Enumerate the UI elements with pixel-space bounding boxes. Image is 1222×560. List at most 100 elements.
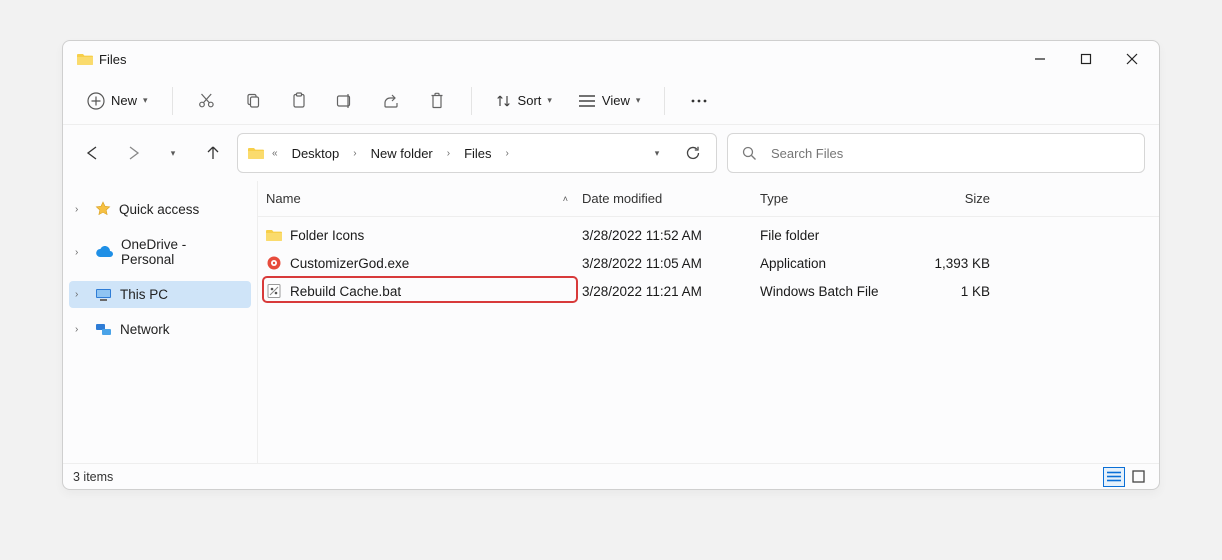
breadcrumb-overflow[interactable]: «	[270, 148, 280, 159]
new-label: New	[111, 93, 137, 108]
plus-circle-icon	[87, 92, 105, 110]
sidebar-item-this-pc[interactable]: › This PC	[69, 281, 251, 308]
thumbnails-view-icon	[1132, 470, 1145, 483]
search-input[interactable]	[771, 146, 1130, 161]
trash-icon	[429, 92, 445, 109]
column-header-size[interactable]: Size	[908, 191, 996, 206]
sidebar-item-quick-access[interactable]: › Quick access	[69, 195, 251, 223]
chevron-down-icon: ▾	[171, 148, 176, 159]
sidebar-item-onedrive[interactable]: › OneDrive - Personal	[69, 231, 251, 273]
sort-icon	[496, 93, 512, 109]
file-date: 3/28/2022 11:52 AM	[582, 228, 760, 243]
titlebar: Files	[63, 41, 1159, 77]
scissors-icon	[198, 92, 215, 109]
chevron-down-icon: ▾	[547, 95, 552, 106]
file-type: Windows Batch File	[760, 284, 908, 299]
details-view-icon	[1107, 471, 1121, 482]
chevron-right-icon: ›	[445, 148, 452, 159]
chevron-right-icon: ›	[504, 148, 511, 159]
item-count: 3 items	[73, 470, 113, 484]
cloud-icon	[95, 246, 113, 258]
file-size: 1 KB	[908, 284, 996, 299]
file-row[interactable]: Folder Icons 3/28/2022 11:52 AM File fol…	[258, 221, 1159, 249]
sidebar-item-network[interactable]: › Network	[69, 316, 251, 343]
nav-row: ▾ « Desktop › New folder › Files › ▾	[63, 125, 1159, 181]
copy-button[interactable]	[233, 83, 273, 119]
file-name: Rebuild Cache.bat	[290, 284, 401, 299]
file-row[interactable]: Rebuild Cache.bat 3/28/2022 11:21 AM Win…	[258, 277, 1159, 305]
breadcrumb-item[interactable]: New folder	[365, 142, 439, 165]
copy-icon	[245, 93, 261, 109]
file-name: Folder Icons	[290, 228, 364, 243]
view-button[interactable]: View ▾	[568, 87, 650, 114]
column-header-date[interactable]: Date modified	[582, 191, 760, 206]
chevron-right-icon: ›	[75, 324, 87, 335]
column-header-name[interactable]: Name ˄	[266, 191, 582, 206]
chevron-right-icon: ›	[351, 148, 358, 159]
file-date: 3/28/2022 11:05 AM	[582, 256, 760, 271]
file-size: 1,393 KB	[908, 256, 996, 271]
folder-icon	[77, 52, 93, 66]
cut-button[interactable]	[187, 83, 227, 119]
address-bar[interactable]: « Desktop › New folder › Files › ▾	[237, 133, 717, 173]
folder-icon	[266, 228, 282, 242]
delete-button[interactable]	[417, 83, 457, 119]
refresh-icon	[685, 145, 701, 161]
paste-button[interactable]	[279, 83, 319, 119]
maximize-button[interactable]	[1063, 43, 1109, 75]
ellipsis-icon	[690, 98, 708, 104]
view-list-icon	[578, 94, 596, 108]
more-button[interactable]	[679, 83, 719, 119]
file-explorer-window: Files New ▾ Sort ▾ View ▾	[62, 40, 1160, 490]
chevron-right-icon: ›	[75, 289, 87, 300]
status-bar: 3 items	[63, 463, 1159, 489]
sidebar-label: This PC	[120, 287, 168, 302]
chevron-right-icon: ›	[75, 247, 87, 258]
file-row[interactable]: CustomizerGod.exe 3/28/2022 11:05 AM App…	[258, 249, 1159, 277]
close-button[interactable]	[1109, 43, 1155, 75]
sidebar-label: OneDrive - Personal	[121, 237, 243, 267]
search-bar[interactable]	[727, 133, 1145, 173]
batch-file-icon	[266, 283, 282, 299]
thumbnails-view-button[interactable]	[1127, 467, 1149, 487]
sidebar-label: Network	[120, 322, 170, 337]
forward-button[interactable]	[123, 143, 143, 163]
app-icon	[266, 255, 282, 271]
breadcrumb-item[interactable]: Files	[458, 142, 497, 165]
column-headers: Name ˄ Date modified Type Size	[258, 181, 1159, 217]
star-icon	[95, 201, 111, 217]
new-button[interactable]: New ▾	[77, 86, 158, 116]
rename-button[interactable]	[325, 83, 365, 119]
share-icon	[382, 93, 400, 109]
refresh-button[interactable]	[678, 145, 708, 161]
column-header-type[interactable]: Type	[760, 191, 908, 206]
file-name: CustomizerGod.exe	[290, 256, 409, 271]
sidebar-label: Quick access	[119, 202, 199, 217]
monitor-icon	[95, 288, 112, 302]
file-type: Application	[760, 256, 908, 271]
address-dropdown[interactable]: ▾	[642, 148, 672, 159]
folder-icon	[248, 146, 264, 160]
file-type: File folder	[760, 228, 908, 243]
window-title: Files	[99, 52, 126, 67]
search-icon	[742, 146, 757, 161]
chevron-right-icon: ›	[75, 204, 87, 215]
details-view-button[interactable]	[1103, 467, 1125, 487]
rename-icon	[336, 93, 354, 109]
recent-locations-button[interactable]: ▾	[163, 143, 183, 163]
chevron-down-icon: ▾	[143, 95, 148, 106]
minimize-button[interactable]	[1017, 43, 1063, 75]
sort-label: Sort	[518, 93, 542, 108]
back-button[interactable]	[83, 143, 103, 163]
breadcrumb-item[interactable]: Desktop	[286, 142, 346, 165]
toolbar: New ▾ Sort ▾ View ▾	[63, 77, 1159, 125]
share-button[interactable]	[371, 83, 411, 119]
file-date: 3/28/2022 11:21 AM	[582, 284, 760, 299]
up-button[interactable]	[203, 143, 223, 163]
sort-ascending-icon: ˄	[563, 194, 582, 204]
view-label: View	[602, 93, 630, 108]
sidebar: › Quick access › OneDrive - Personal › T…	[63, 181, 258, 463]
sort-button[interactable]: Sort ▾	[486, 87, 562, 115]
paste-icon	[291, 92, 307, 109]
chevron-down-icon: ▾	[655, 148, 660, 159]
